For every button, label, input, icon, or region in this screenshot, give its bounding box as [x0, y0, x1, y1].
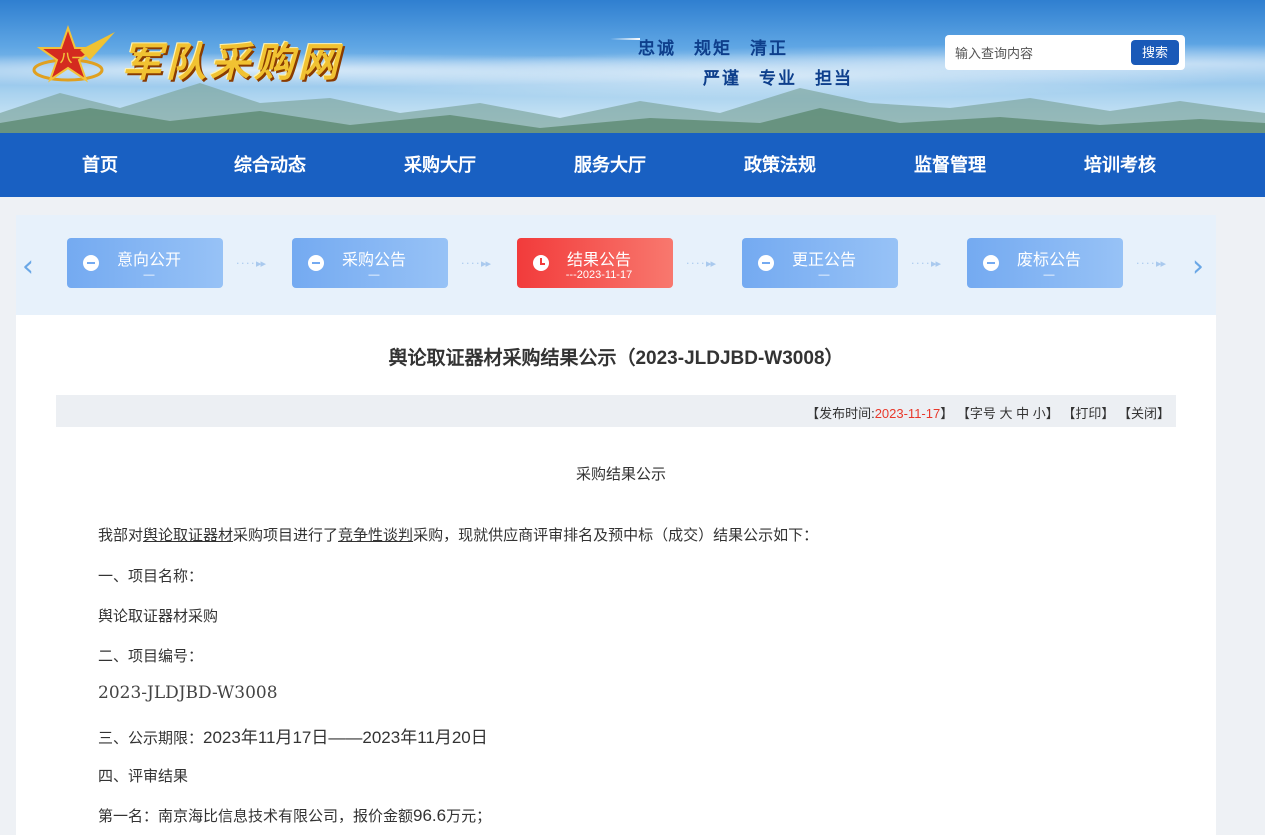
project-number: 2023-JLDJBD-W3008 — [98, 683, 278, 703]
arrow-dots-icon: · · · · ▸▸ — [686, 257, 716, 270]
arrow-dots-icon: · · · · ▸▸ — [1136, 257, 1166, 270]
slogan-word: 严谨 — [703, 69, 741, 89]
intro-text: 采购项目进行了 — [233, 527, 339, 544]
stage-announcement[interactable]: 采购公告 — — [292, 238, 448, 288]
stage-label: 废标公告 — [1016, 252, 1081, 269]
header-banner: 八一 军队采购网 忠诚规矩清正 严谨专业担当 搜索 — [0, 0, 1265, 133]
nav-item-training[interactable]: 培训考核 — [1060, 133, 1180, 197]
army-emblem-logo: 八一 — [32, 24, 115, 83]
slogan-decoration — [610, 38, 640, 40]
chevron-right-icon[interactable]: › — [1192, 249, 1204, 284]
close-link[interactable]: 【关闭】 — [1118, 406, 1170, 421]
slogan-word: 专业 — [759, 69, 797, 89]
slogan-word: 担当 — [815, 69, 853, 89]
stage-label: 结果公告 — [566, 252, 631, 269]
intro-text: 我部对 — [98, 527, 144, 544]
rank-text: 第一名：南京海比信息技术有限公司，报价金额 — [98, 808, 414, 825]
notice-period: 三、公示期限：2023年11月17日——2023年11月20日 — [98, 723, 488, 748]
article-subtitle: 采购结果公示 — [575, 466, 666, 483]
section-heading: 三、公示期限： — [98, 730, 204, 747]
article-meta-bar: 【发布时间:2023-11-17】 【字号 大 中 小】 【打印】 【关闭】 — [56, 395, 1176, 427]
arrow-dots-icon: · · · · ▸▸ — [236, 257, 266, 270]
stage-correction[interactable]: 更正公告 — — [742, 238, 898, 288]
intro-text: 采购，现就供应商评审排名及预中标（成交）结果公示如下： — [413, 527, 819, 544]
procurement-stage-tabs: ‹ 意向公开 — · · · · ▸▸ 采购公告 — · · · · ▸▸ 结果… — [16, 215, 1216, 315]
rank-amount: 96.6 — [413, 806, 447, 825]
search-input[interactable] — [955, 43, 1125, 63]
project-name: 舆论取证器材采购 — [98, 608, 219, 625]
article-title: 舆论取证器材采购结果公示（2023-JLDJBD-W3008） — [388, 348, 844, 369]
publish-date: 2023-11-17 — [874, 406, 941, 421]
publish-suffix: 】 — [940, 406, 954, 421]
publish-label: 【发布时间: — [806, 406, 875, 421]
item-name-link[interactable]: 舆论取证器材 — [143, 527, 233, 544]
nav-item-home[interactable]: 首页 — [40, 133, 160, 197]
arrow-dots-icon: · · · · ▸▸ — [461, 257, 491, 270]
intro-paragraph: 我部对舆论取证器材采购项目进行了竞争性谈判采购，现就供应商评审排名及预中标（成交… — [98, 524, 818, 545]
period-value: 2023年11月17日——2023年11月20日 — [203, 728, 488, 747]
stage-date: — — [1043, 269, 1055, 281]
nav-item-news[interactable]: 综合动态 — [210, 133, 330, 197]
chevron-left-icon[interactable]: ‹ — [22, 249, 34, 284]
nav-item-supervision[interactable]: 监督管理 — [890, 133, 1010, 197]
nav-item-policy[interactable]: 政策法规 — [720, 133, 840, 197]
stage-label: 意向公开 — [116, 252, 181, 269]
method-link[interactable]: 竞争性谈判 — [338, 527, 413, 544]
stage-failed-bid[interactable]: 废标公告 — — [967, 238, 1123, 288]
slogan-word: 清正 — [750, 39, 788, 59]
slogan-line-2: 严谨 专业 担当 — [703, 64, 871, 89]
stage-label: 采购公告 — [341, 252, 406, 269]
rank-text: 万元； — [446, 808, 492, 825]
slogan-line-1: 忠诚 规矩 清正 — [638, 34, 806, 59]
print-link[interactable]: 【打印】 — [1062, 406, 1114, 421]
stage-date: — — [818, 269, 830, 281]
stage-result[interactable]: 结果公告 ---2023-11-17 — [517, 238, 673, 288]
stage-date: ---2023-11-17 — [565, 269, 633, 281]
search-box: 搜索 — [945, 35, 1185, 70]
font-size-control[interactable]: 【字号 大 中 小】 — [957, 406, 1059, 421]
stage-date: — — [368, 269, 380, 281]
article-meta: 【发布时间:2023-11-17】 【字号 大 中 小】 【打印】 【关闭】 — [806, 403, 1170, 422]
nav-item-service-hall[interactable]: 服务大厅 — [550, 133, 670, 197]
main-nav: 首页 综合动态 采购大厅 服务大厅 政策法规 监督管理 培训考核 — [0, 133, 1265, 197]
section-heading: 四、评审结果 — [98, 768, 189, 785]
rank-first: 第一名：南京海比信息技术有限公司，报价金额96.6万元； — [98, 805, 491, 826]
stage-intent[interactable]: 意向公开 — — [67, 238, 223, 288]
article: 舆论取证器材采购结果公示（2023-JLDJBD-W3008） 【发布时间:20… — [16, 315, 1216, 835]
stage-date: — — [143, 269, 155, 281]
slogan-word: 规矩 — [694, 39, 732, 59]
slogan-word: 忠诚 — [638, 39, 676, 59]
svg-text:八一: 八一 — [59, 51, 84, 65]
stage-label: 更正公告 — [791, 252, 856, 269]
arrow-dots-icon: · · · · ▸▸ — [911, 257, 941, 270]
section-heading: 一、项目名称： — [98, 568, 204, 585]
site-name: 军队采购网 — [122, 39, 342, 86]
nav-item-procurement-hall[interactable]: 采购大厅 — [380, 133, 500, 197]
search-button[interactable]: 搜索 — [1131, 40, 1179, 65]
section-heading: 二、项目编号： — [98, 648, 204, 665]
